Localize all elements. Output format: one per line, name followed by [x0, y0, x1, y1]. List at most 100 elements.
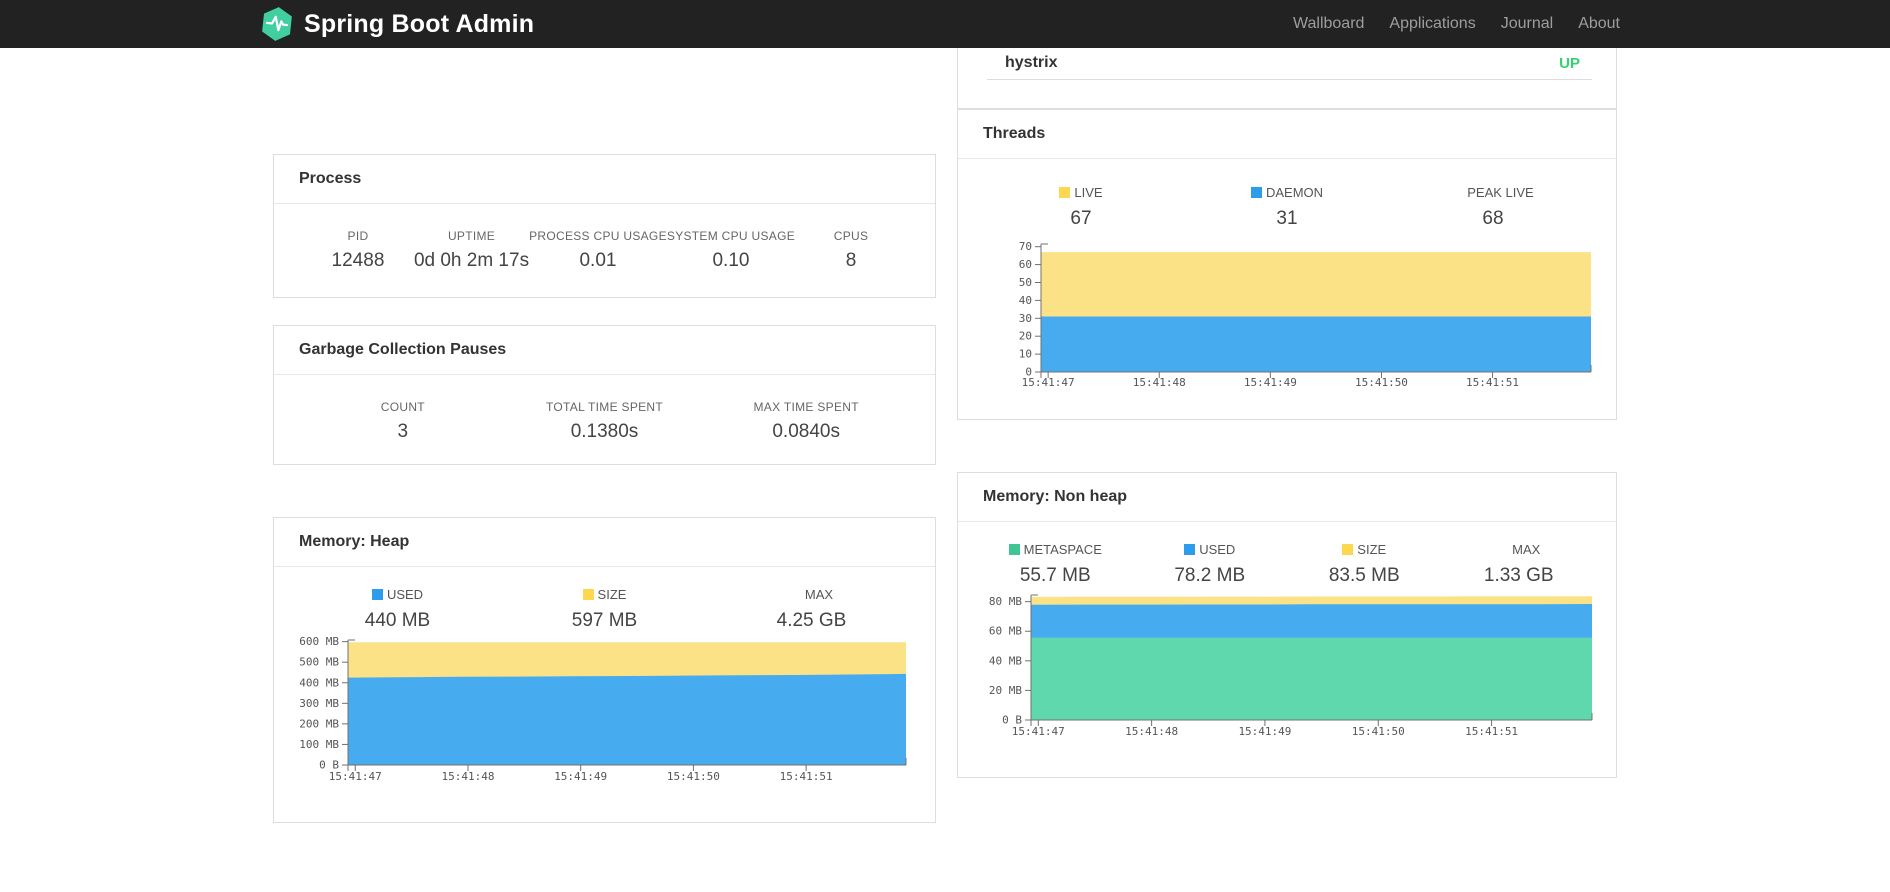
process-card: Process PID 12488 UPTIME 0d 0h 2m 17s PR…: [273, 154, 936, 298]
threads-card-title: Threads: [983, 125, 1046, 142]
legend-value: 4.25 GB: [776, 610, 847, 631]
legend-item-max: MAX 1.33 GB: [1442, 542, 1597, 587]
legend-label: MAX: [1512, 542, 1541, 557]
threads-chart: 01020304050607015:41:47 15:41:48 15:41:49 1…: [1019, 240, 1592, 389]
svg-text:15:41:49: 15:41:49: [1244, 376, 1297, 389]
memory-nonheap-card-header: Memory: Non heap: [958, 473, 1616, 522]
svg-text:15:41:50: 15:41:50: [1355, 376, 1408, 389]
brand-title[interactable]: Spring Boot Admin: [304, 10, 534, 39]
svg-text:40 MB: 40 MB: [989, 654, 1022, 667]
application-name[interactable]: hystrix: [1005, 54, 1057, 72]
stat-value: 0.1380s: [570, 420, 639, 442]
application-row[interactable]: hystrix UP: [958, 48, 1616, 72]
stat-value: 0.10: [712, 249, 750, 271]
legend-label: METASPACE: [1008, 542, 1102, 557]
legend-label: SIZE: [1342, 542, 1386, 557]
svg-text:15:41:47: 15:41:47: [329, 770, 382, 783]
nav-item-journal[interactable]: Journal: [1501, 15, 1553, 33]
stat-pid: PID 12488: [302, 229, 414, 272]
threads-card: Threads LIVE 67 DAEMON 31 PEAK LIVE 68 0…: [957, 109, 1617, 420]
svg-text:20: 20: [1019, 330, 1032, 343]
stat-gc-total-time: TOTAL TIME SPENT 0.1380s: [504, 400, 706, 443]
nav-item-wallboard[interactable]: Wallboard: [1293, 15, 1364, 33]
nav-links: Wallboard Applications Journal About: [1293, 15, 1630, 33]
memory-nonheap-card: Memory: Non heap METASPACE 55.7 MB USED …: [957, 472, 1617, 778]
legend-value: 1.33 GB: [1483, 565, 1554, 586]
process-stats-row: PID 12488 UPTIME 0d 0h 2m 17s PROCESS CP…: [274, 204, 935, 296]
svg-text:300 MB: 300 MB: [299, 697, 339, 710]
svg-text:50: 50: [1019, 276, 1032, 289]
stat-value: 8: [845, 249, 857, 271]
memory-nonheap-card-title: Memory: Non heap: [983, 488, 1128, 505]
gc-stats-row: COUNT 3 TOTAL TIME SPENT 0.1380s MAX TIM…: [274, 375, 935, 467]
stat-gc-count: COUNT 3: [302, 400, 504, 443]
gc-card-title: Garbage Collection Pauses: [299, 341, 507, 358]
gc-card: Garbage Collection Pauses COUNT 3 TOTAL …: [273, 325, 936, 465]
memory-heap-card-header: Memory: Heap: [274, 518, 935, 567]
legend-item-live: LIVE 67: [978, 185, 1184, 230]
stat-value: 0.0840s: [772, 420, 840, 442]
nonheap-chart-wrap: 0 B 20 MB 40 MB 60 MB 80 MB 15:41:47 15:41:48 1…: [958, 589, 1616, 746]
live-swatch-icon: [1059, 187, 1071, 198]
left-column: Process PID 12488 UPTIME 0d 0h 2m 17s PR…: [273, 48, 936, 823]
svg-text:15:41:47: 15:41:47: [1012, 725, 1065, 738]
heap-legend: USED 440 MB SIZE 597 MB MAX 4.25 GB: [274, 587, 935, 632]
legend-item-size: SIZE 597 MB: [501, 587, 708, 632]
legend-item-daemon: DAEMON 31: [1184, 185, 1390, 230]
svg-text:15:41:49: 15:41:49: [1238, 725, 1291, 738]
legend-label: USED: [1184, 542, 1235, 557]
process-card-header: Process: [274, 155, 935, 204]
stat-value: 0d 0h 2m 17s: [413, 249, 530, 271]
stat-gc-max-time: MAX TIME SPENT 0.0840s: [705, 400, 907, 443]
main-content: Process PID 12488 UPTIME 0d 0h 2m 17s PR…: [273, 48, 1617, 823]
legend-value: 83.5 MB: [1328, 565, 1400, 586]
legend-label: USED: [371, 587, 423, 602]
svg-text:15:41:49: 15:41:49: [554, 770, 607, 783]
nav-item-about[interactable]: About: [1578, 15, 1620, 33]
stat-value: 12488: [331, 249, 385, 271]
stat-label: COUNT: [380, 399, 425, 414]
nav-item-applications[interactable]: Applications: [1389, 15, 1475, 33]
threads-card-header: Threads: [958, 110, 1616, 159]
stat-uptime: UPTIME 0d 0h 2m 17s: [414, 229, 529, 272]
svg-text:15:41:51: 15:41:51: [1466, 376, 1519, 389]
legend-value: 67: [1070, 208, 1092, 229]
stat-label: SYSTEM CPU USAGE: [666, 228, 796, 243]
legend-value: 440 MB: [364, 610, 431, 631]
svg-text:15:41:50: 15:41:50: [1352, 725, 1405, 738]
applications-card-partial: hystrix UP: [957, 48, 1617, 109]
svg-text:100 MB: 100 MB: [299, 738, 339, 751]
brand-logo-icon: [262, 7, 292, 41]
svg-text:15:41:51: 15:41:51: [780, 770, 833, 783]
legend-value: 597 MB: [571, 610, 638, 631]
navbar: Spring Boot Admin Wallboard Applications…: [0, 0, 1890, 48]
threads-legend: LIVE 67 DAEMON 31 PEAK LIVE 68: [958, 185, 1616, 230]
stat-process-cpu: PROCESS CPU USAGE 0.01: [529, 229, 667, 272]
svg-text:600 MB: 600 MB: [299, 635, 339, 648]
brand[interactable]: Spring Boot Admin: [260, 6, 534, 42]
legend-item-metaspace: METASPACE 55.7 MB: [978, 542, 1133, 587]
legend-value: 55.7 MB: [1019, 565, 1091, 586]
legend-value: 78.2 MB: [1174, 565, 1246, 586]
svg-text:15:41:50: 15:41:50: [667, 770, 720, 783]
size-swatch-icon: [1342, 544, 1354, 555]
svg-text:200 MB: 200 MB: [299, 717, 339, 730]
stat-label: MAX TIME SPENT: [753, 399, 859, 414]
legend-item-used: USED 78.2 MB: [1133, 542, 1288, 587]
svg-text:15:41:47: 15:41:47: [1022, 376, 1075, 389]
stat-value: 3: [397, 420, 409, 442]
threads-chart-wrap: 0 10 20 30 40 50 60 70 15:41:47 15:41:48 15:41:49 1…: [958, 238, 1616, 395]
nonheap-legend: METASPACE 55.7 MB USED 78.2 MB SIZE 83.5…: [958, 542, 1616, 587]
stat-value: 0.01: [579, 249, 617, 271]
memory-heap-card: Memory: Heap USED 440 MB SIZE 597 MB MAX…: [273, 517, 936, 823]
svg-text:10: 10: [1019, 348, 1032, 361]
legend-label: DAEMON: [1250, 185, 1323, 200]
svg-text:20 MB: 20 MB: [989, 684, 1022, 697]
row-divider: [987, 79, 1592, 80]
svg-text:60 MB: 60 MB: [989, 625, 1022, 638]
svg-text:15:41:48: 15:41:48: [1125, 725, 1178, 738]
stat-label: UPTIME: [447, 228, 496, 243]
used-swatch-icon: [371, 589, 383, 600]
stat-cpus: CPUS 8: [795, 229, 907, 272]
legend-item-used: USED 440 MB: [294, 587, 501, 632]
